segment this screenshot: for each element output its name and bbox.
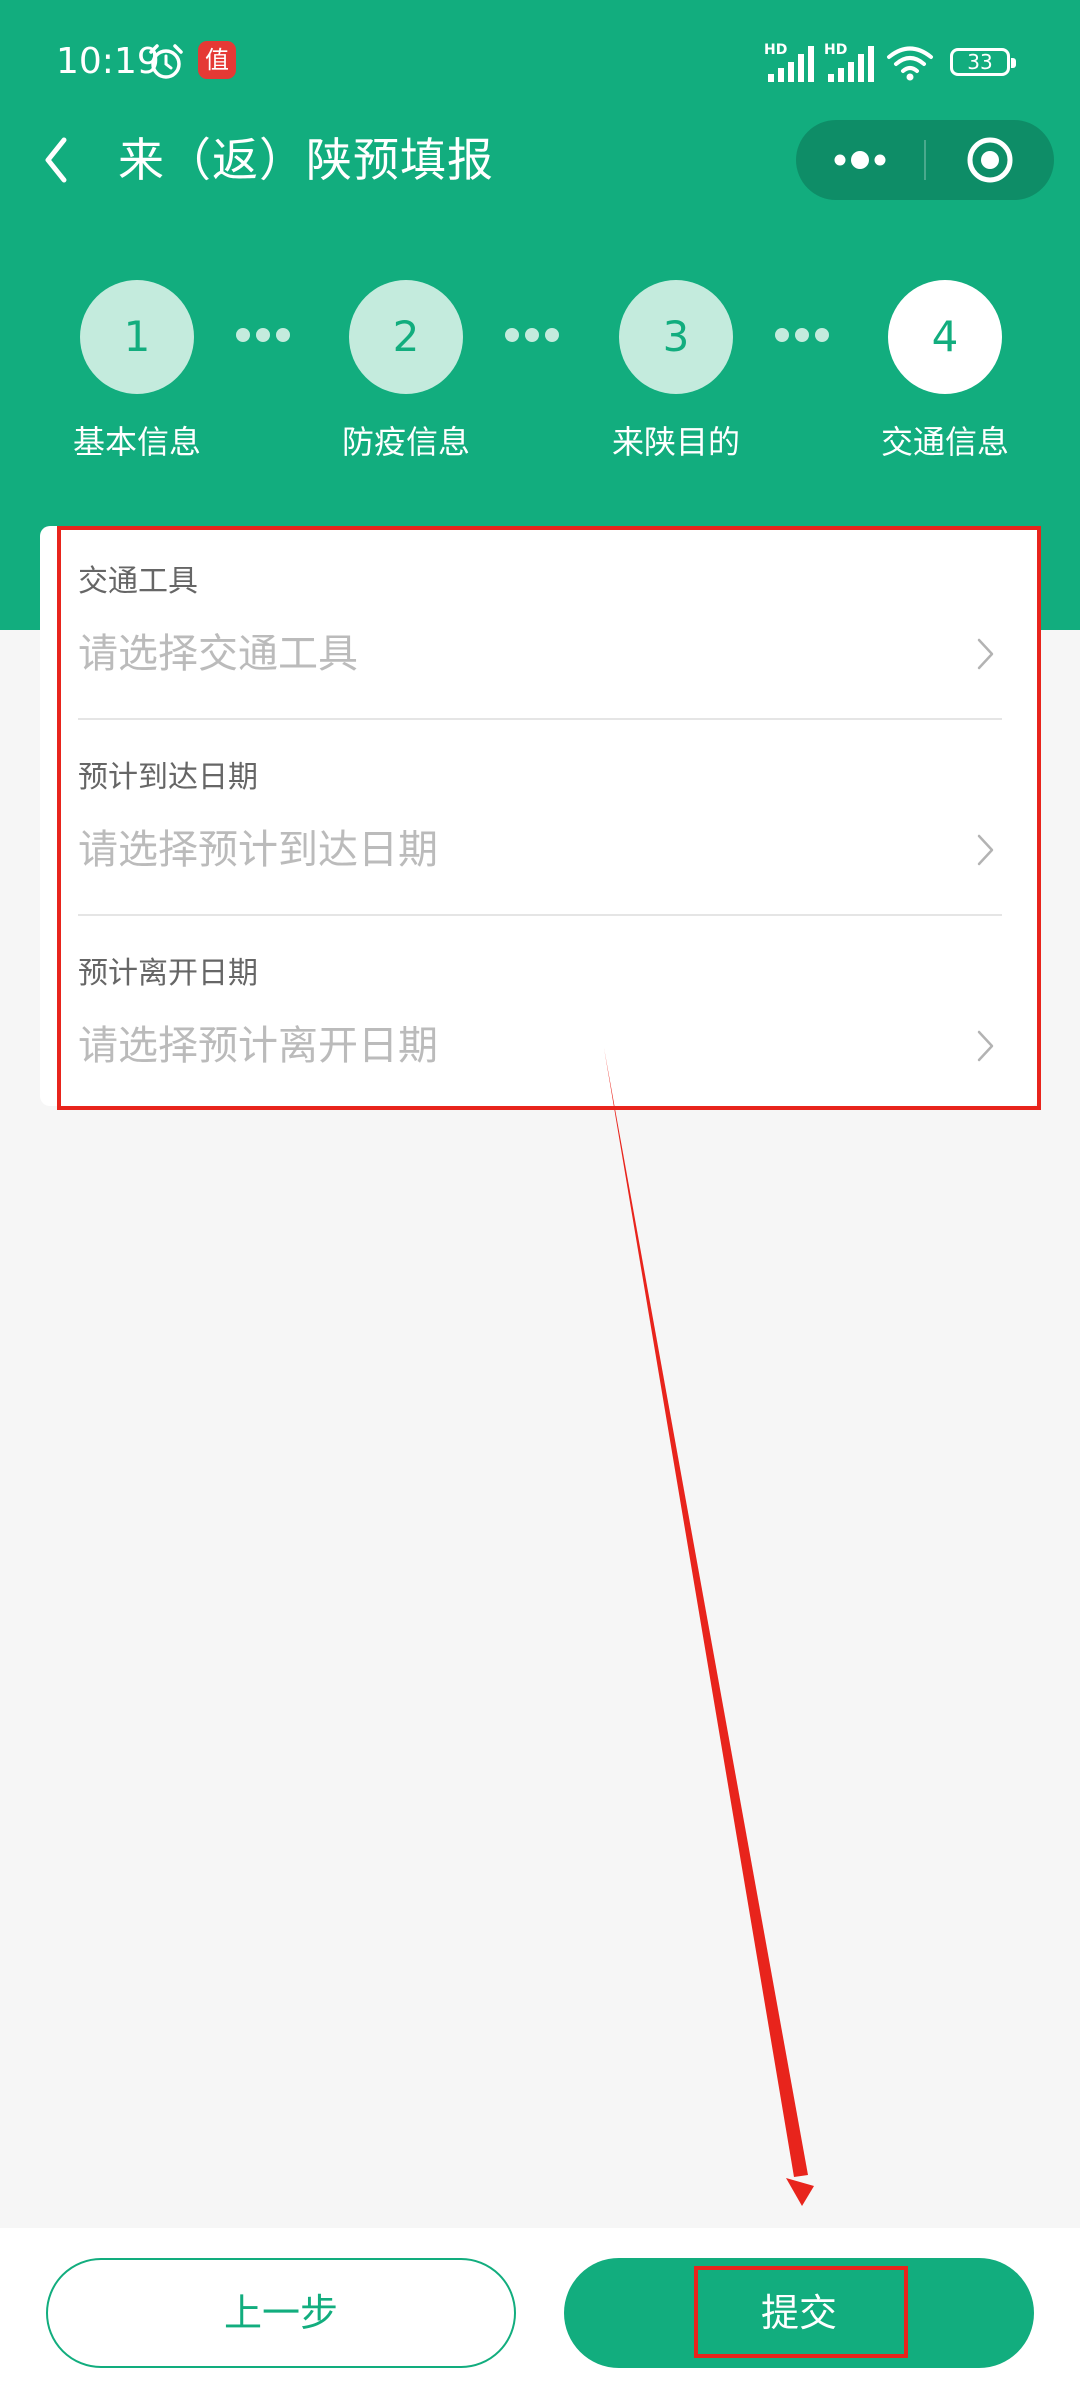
bottom-action-bar: 上一步 提交 <box>0 2228 1080 2400</box>
app-notification-icon: 值 <box>198 41 236 79</box>
status-bar: 10:19 值 HD HD 33 <box>0 0 1080 120</box>
mini-program-capsule <box>796 120 1054 200</box>
battery-icon: 33 <box>950 48 1016 76</box>
step-3: 3 来陕目的 <box>612 280 740 461</box>
cellular-signal-icon: HD <box>764 42 814 82</box>
annotation-submit-highlight-box <box>694 2266 908 2358</box>
step-connector-dots <box>505 327 581 347</box>
hd-label-2: HD <box>824 42 847 58</box>
annotation-form-highlight-box <box>57 526 1041 1110</box>
step-number: 3 <box>619 280 733 394</box>
alarm-icon <box>149 44 183 79</box>
wifi-icon <box>887 46 933 81</box>
close-mini-program-button[interactable] <box>926 120 1054 200</box>
step-number: 4 <box>888 280 1002 394</box>
step-label: 基本信息 <box>72 423 201 461</box>
page-title: 来（返）陕预填报 <box>118 133 494 187</box>
step-label: 交通信息 <box>880 423 1009 461</box>
step-label: 来陕目的 <box>611 423 740 461</box>
step-connector-dots <box>236 327 312 347</box>
more-button[interactable] <box>796 120 924 200</box>
chevron-left-icon <box>45 137 67 183</box>
arrowhead-icon <box>786 2178 814 2206</box>
step-1: 1 基本信息 <box>73 280 201 461</box>
previous-step-button[interactable]: 上一步 <box>46 2258 516 2368</box>
status-time: 10:19 <box>56 41 160 82</box>
cellular-signal-icon-2: HD <box>824 42 874 82</box>
step-label: 防疫信息 <box>341 423 470 461</box>
step-number: 2 <box>349 280 463 394</box>
step-connector-dots <box>775 327 851 347</box>
back-button[interactable] <box>36 130 88 190</box>
step-4-active: 4 交通信息 <box>881 280 1009 461</box>
step-number: 1 <box>80 280 194 394</box>
hd-label: HD <box>764 42 787 58</box>
step-2: 2 防疫信息 <box>342 280 470 461</box>
